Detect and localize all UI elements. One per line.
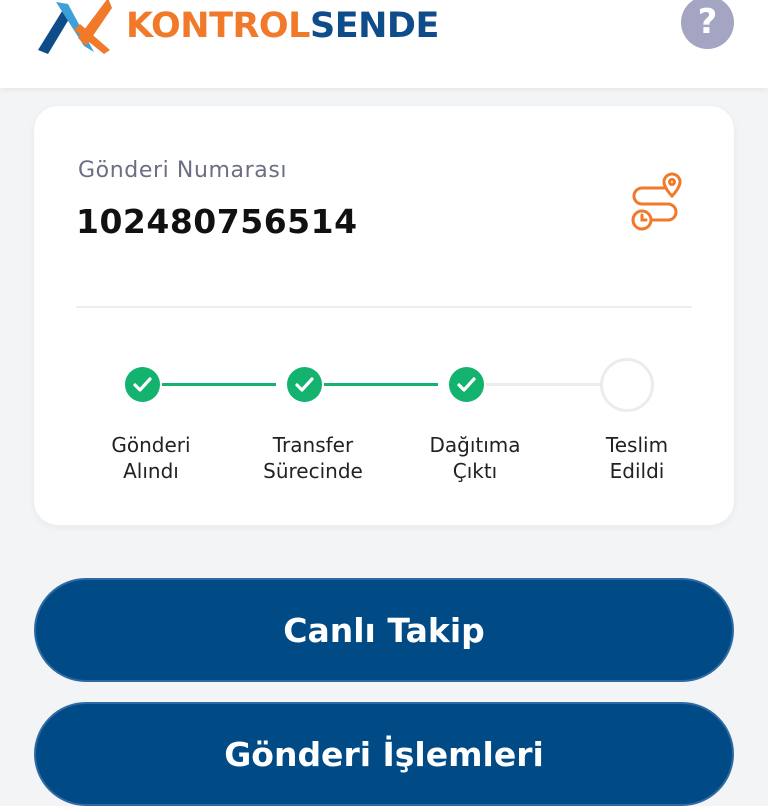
step-label-4-line2: Edildi [609, 459, 665, 483]
step-label-3: Dağıtıma Çıktı [395, 432, 555, 484]
step-label-3-line2: Çıktı [452, 459, 498, 483]
live-tracking-button[interactable]: Canlı Takip [34, 578, 734, 682]
step-indicator-2 [287, 367, 322, 402]
step-label-1-line2: Alındı [123, 459, 179, 483]
brand-logo[interactable]: KONTROLSENDE [34, 0, 439, 54]
step-label-3-line1: Dağıtıma [429, 433, 521, 457]
card-divider [76, 306, 692, 308]
brand-name-part2: SENDE [309, 6, 439, 46]
checkmark-icon [133, 377, 152, 392]
step-label-1: Gönderi Alındı [71, 432, 231, 484]
step-label-2-line1: Transfer [272, 433, 354, 457]
step-connector-2 [324, 383, 438, 386]
step-label-1-line1: Gönderi [111, 433, 191, 457]
shipment-number: 102480756514 [76, 202, 358, 241]
step-label-2: Transfer Sürecinde [233, 432, 393, 484]
app-header: KONTROLSENDE ? [0, 0, 768, 88]
checkmark-icon [457, 377, 476, 392]
step-label-2-line2: Sürecinde [263, 459, 363, 483]
step-indicator-3 [449, 367, 484, 402]
checkmark-icon [295, 377, 314, 392]
step-connector-1 [162, 383, 276, 386]
route-map-pin-icon[interactable] [628, 168, 686, 234]
step-label-4: Teslim Edildi [557, 432, 717, 484]
question-mark-icon: ? [697, 2, 718, 42]
step-indicator-1 [125, 367, 160, 402]
shipment-card: Gönderi Numarası 102480756514 Gönderi Al… [34, 106, 734, 525]
brand-name: KONTROLSENDE [126, 6, 439, 46]
shipment-progress-stepper [34, 358, 734, 422]
shipment-actions-button[interactable]: Gönderi İşlemleri [34, 702, 734, 806]
step-label-4-line1: Teslim [605, 433, 669, 457]
step-connector-3 [486, 383, 600, 386]
brand-logo-icon [38, 0, 112, 54]
brand-name-part1: KONTROL [126, 6, 310, 46]
help-button[interactable]: ? [681, 0, 734, 49]
shipment-number-label: Gönderi Numarası [78, 158, 288, 183]
step-indicator-4 [600, 358, 654, 412]
